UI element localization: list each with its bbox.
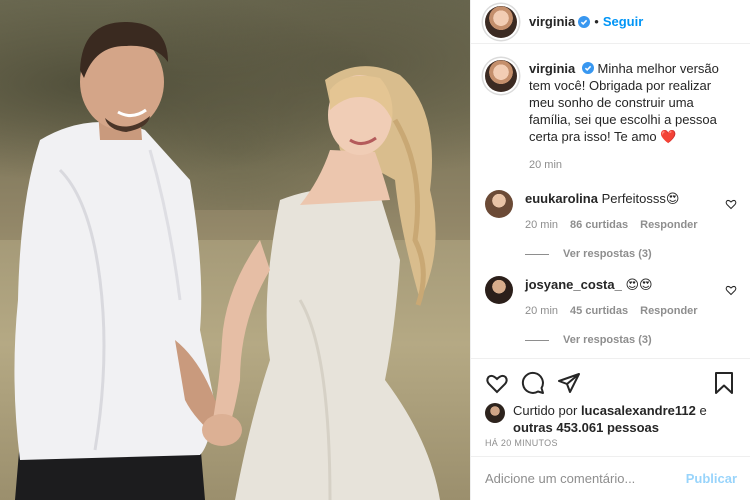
- author-avatar[interactable]: [485, 5, 517, 38]
- post-container: virginia • Seguir virginia Minha melhor …: [0, 0, 750, 500]
- comment-like-heart-icon[interactable]: [725, 284, 737, 296]
- comment-username[interactable]: euukarolina: [525, 191, 598, 206]
- likes-middle: e: [699, 403, 707, 418]
- comment-icon[interactable]: [521, 371, 545, 395]
- replies-line: [525, 339, 549, 341]
- liker-username[interactable]: lucasalexandre112: [581, 403, 696, 418]
- comment-text: Perfeitosss: [601, 191, 666, 206]
- comment-like-heart-icon[interactable]: [725, 198, 737, 210]
- view-replies-label: Ver respostas (3): [563, 248, 652, 260]
- view-replies-button[interactable]: Ver respostas (3): [525, 248, 737, 260]
- caption-heart-emoji: ❤️: [660, 129, 677, 144]
- caption-username[interactable]: virginia: [529, 61, 575, 76]
- add-comment-bar: Publicar: [471, 456, 750, 500]
- comments-section: virginia Minha melhor versão tem você! O…: [471, 44, 750, 359]
- follow-button[interactable]: Seguir: [603, 14, 643, 29]
- action-bar: [485, 370, 736, 396]
- caption: virginia Minha melhor versão tem você! O…: [485, 60, 737, 174]
- comment-item: josyane_costa_ 😍😍 20 min 45 curtidas Res…: [485, 276, 737, 346]
- comment-input[interactable]: [485, 471, 686, 486]
- post-header: virginia • Seguir: [471, 0, 750, 44]
- photo-man: [14, 22, 235, 500]
- photo-hands: [202, 414, 242, 446]
- comment-reply-button[interactable]: Responder: [640, 303, 697, 320]
- commenter-avatar[interactable]: [485, 276, 513, 304]
- author-username[interactable]: virginia: [529, 14, 575, 29]
- comment-username[interactable]: josyane_costa_: [525, 277, 622, 292]
- comment-emoji: 😍😍: [625, 277, 653, 292]
- likes-count[interactable]: outras 453.061 pessoas: [513, 420, 659, 435]
- comment-reply-button[interactable]: Responder: [640, 217, 697, 234]
- post-timestamp[interactable]: HÁ 20 MINUTOS: [485, 438, 558, 448]
- bookmark-icon[interactable]: [712, 371, 736, 395]
- comment-item: euukarolina Perfeitosss😍 20 min 86 curti…: [485, 190, 737, 260]
- view-replies-label: Ver respostas (3): [563, 334, 652, 346]
- post-photo[interactable]: [0, 0, 470, 500]
- comment-likes[interactable]: 86 curtidas: [570, 217, 628, 234]
- caption-time[interactable]: 20 min: [529, 157, 562, 174]
- liker-avatar[interactable]: [485, 403, 505, 423]
- photo-couple-illustration: [14, 22, 440, 500]
- replies-line: [525, 253, 549, 255]
- comment-time[interactable]: 20 min: [525, 303, 558, 320]
- commenter-avatar[interactable]: [485, 190, 513, 218]
- heart-icon[interactable]: [485, 371, 509, 395]
- verified-badge-icon: [578, 15, 591, 28]
- photo-woman: [212, 66, 440, 500]
- likes-summary: Curtido por lucasalexandre112 e outras 4…: [485, 402, 736, 436]
- publish-button[interactable]: Publicar: [686, 471, 737, 486]
- likes-prefix: Curtido por: [513, 403, 578, 418]
- post-sidebar: virginia • Seguir virginia Minha melhor …: [470, 0, 750, 500]
- comment-likes[interactable]: 45 curtidas: [570, 303, 628, 320]
- header-separator: •: [594, 14, 599, 29]
- comment-time[interactable]: 20 min: [525, 217, 558, 234]
- verified-badge-icon: [581, 62, 594, 74]
- comment-emoji: 😍: [665, 191, 680, 206]
- share-icon[interactable]: [557, 371, 581, 395]
- view-replies-button[interactable]: Ver respostas (3): [525, 334, 737, 346]
- caption-avatar[interactable]: [485, 60, 517, 92]
